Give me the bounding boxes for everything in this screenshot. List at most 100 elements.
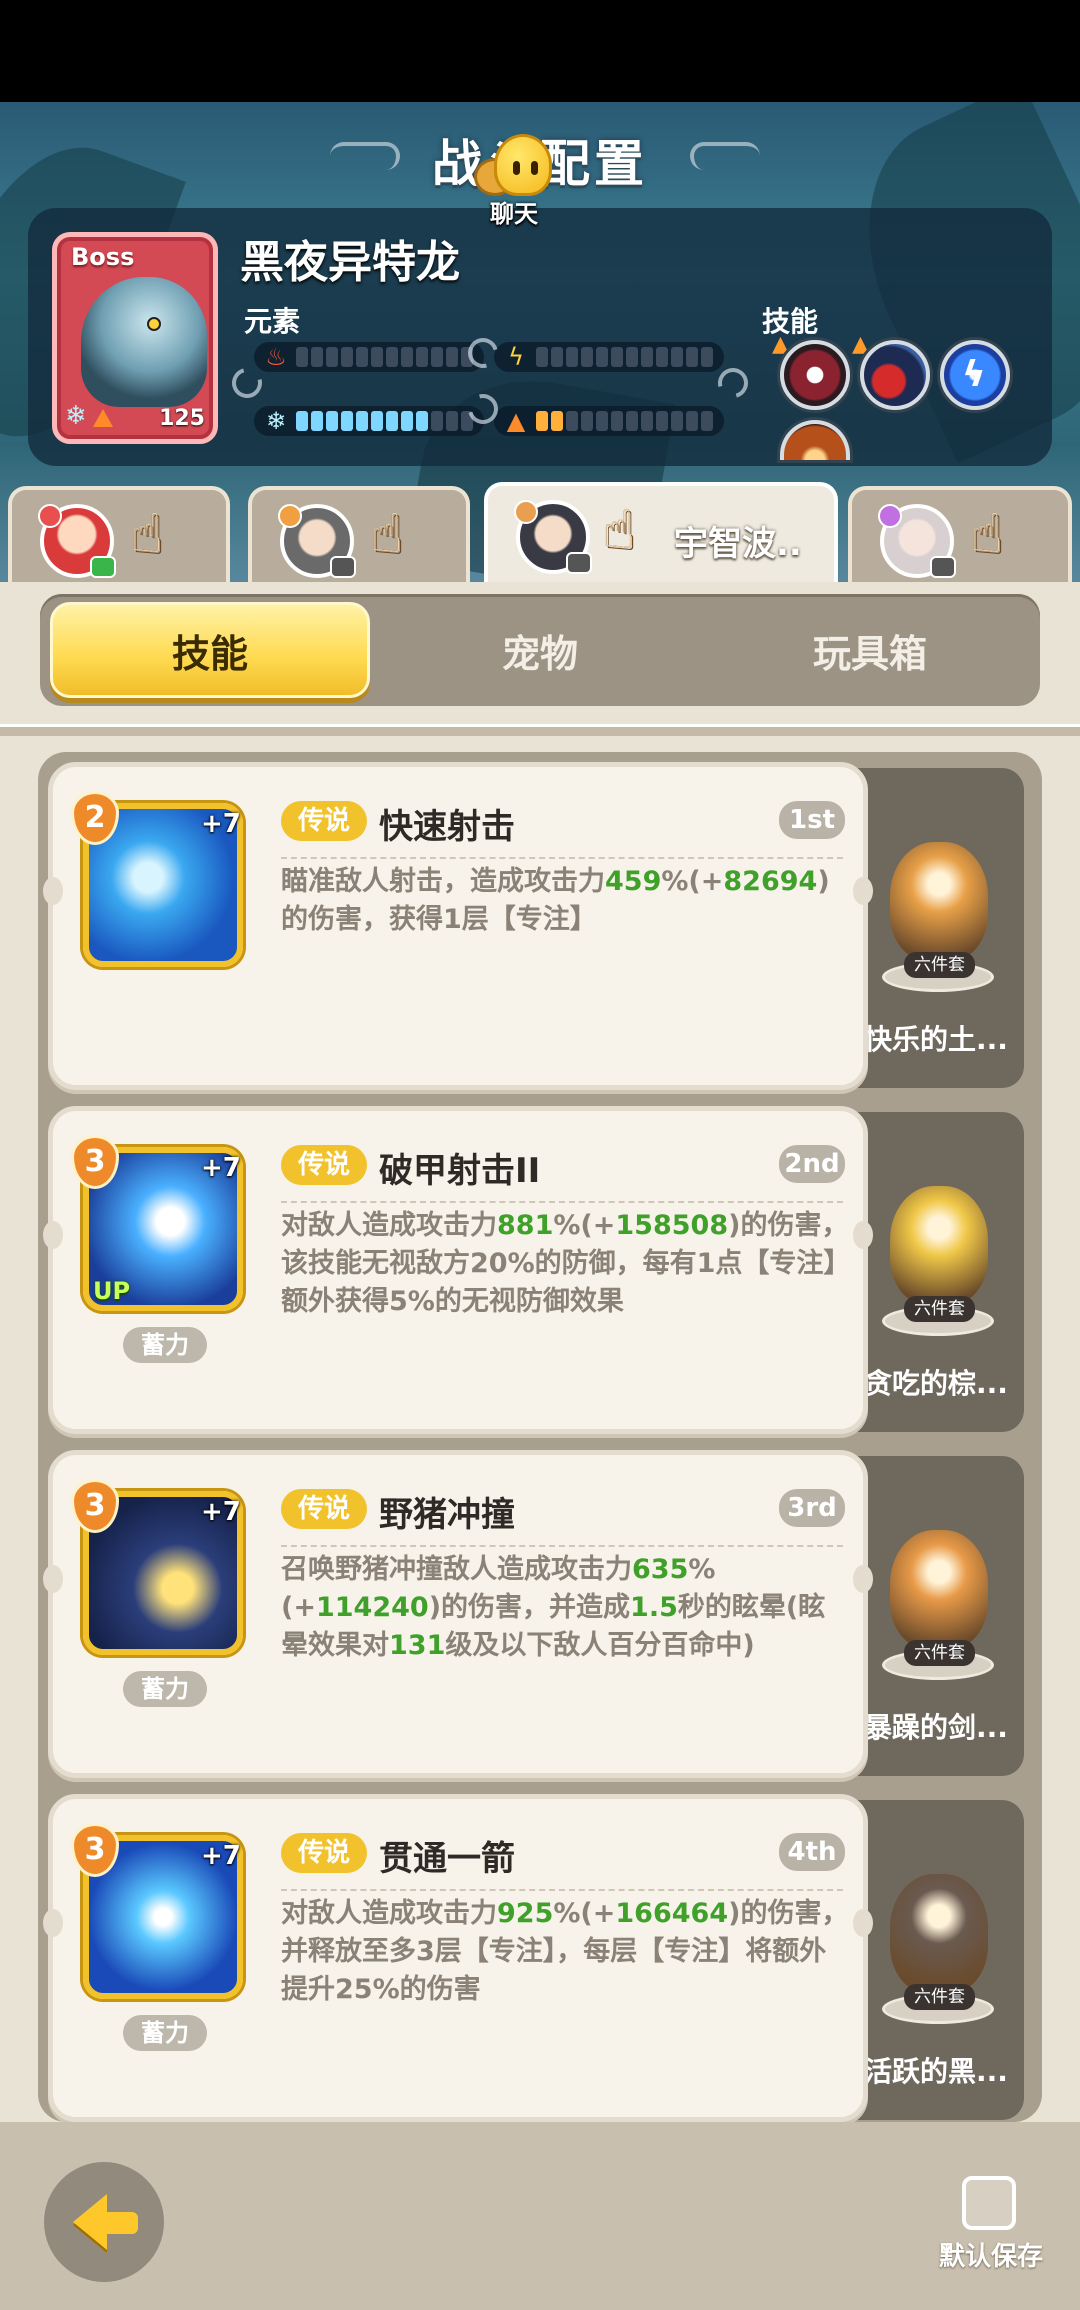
default-save-checkbox[interactable] — [962, 2176, 1016, 2230]
snowflake-icon: ❄ — [65, 401, 87, 431]
element-gauge-cell — [626, 347, 638, 367]
controller-badge-icon — [566, 552, 592, 574]
skill-card[interactable]: 3 +7 蓄力 传说 贯通一箭 4th 对敌人造成攻击力925%(+166464… — [43, 1794, 873, 2122]
team-tab-4[interactable]: ☝ — [848, 486, 1072, 582]
element-gauge-cell — [671, 411, 683, 431]
element-gauge-cell — [356, 347, 368, 367]
element-gauge-cell — [326, 411, 338, 431]
fire-icon: ♨ — [265, 343, 287, 371]
element-gauge-cell — [371, 411, 383, 431]
lightning-icon: ϟ — [508, 343, 524, 371]
pet-name: 暴躁的剑... — [864, 1711, 1008, 1744]
element-gauge-cell — [311, 347, 323, 367]
tab-toybox[interactable]: 玩具箱 — [710, 602, 1030, 698]
skill-plus-badge: +7 — [201, 1153, 241, 1183]
pet-set-badge: 六件套 — [904, 1296, 975, 1322]
pet-slot[interactable]: 六件套 活跃的黑... — [848, 1800, 1024, 2120]
element-gauge-cell — [596, 347, 608, 367]
element-gauge-cell — [416, 347, 428, 367]
avatar — [38, 504, 116, 578]
element-gauge-cell — [626, 411, 638, 431]
skill-description: 瞄准敌人射击，造成攻击力459%(+82694)的伤害，获得1层【专注】 — [281, 866, 830, 935]
pet-name: 快乐的土... — [864, 1023, 1008, 1056]
charge-tag: 蓄力 — [123, 1327, 207, 1363]
pet-slot[interactable]: 六件套 暴躁的剑... — [848, 1456, 1024, 1776]
lightning-orb-skill-icon[interactable]: ϟ — [940, 340, 1010, 410]
cycle-arrow-icon — [712, 362, 754, 404]
skill-name: 快速射击 — [379, 807, 515, 847]
element-gauge-cell — [566, 411, 578, 431]
dragon-portrait-icon — [81, 277, 207, 407]
skill-order-badge: 1st — [779, 801, 845, 839]
skill-name: 贯通一箭 — [379, 1839, 515, 1879]
team-member-name: 宇智波.. — [674, 524, 802, 564]
element-gauge-cell — [446, 411, 458, 431]
pet-slot[interactable]: 六件套 贪吃的棕... — [848, 1112, 1024, 1432]
team-tab-2[interactable]: ☝ — [248, 486, 470, 582]
pet-name: 贪吃的棕... — [864, 1367, 1008, 1400]
element-gauge-cell — [566, 347, 578, 367]
category-segmented-control: 技能 宠物 玩具箱 — [40, 594, 1040, 706]
boss-portrait[interactable]: Boss ❄ 125 — [52, 232, 218, 444]
element-gauge-cell — [296, 411, 308, 431]
tab-skill[interactable]: 技能 — [50, 602, 370, 698]
ice-element-bar: ❄ — [254, 406, 484, 436]
element-gauge-cell — [401, 347, 413, 367]
earth-triangle-icon: ▲ — [506, 407, 526, 435]
earth-triangle-icon — [93, 409, 113, 427]
chat-button[interactable]: 聊天 — [466, 128, 556, 228]
controller-badge-icon — [930, 556, 956, 578]
team-tab-1[interactable]: ☝ — [8, 486, 230, 582]
skill-label: 技能 — [762, 305, 819, 338]
earth-element-icon — [278, 504, 302, 528]
pointing-hand-icon: ☝ — [602, 498, 635, 561]
earth-element-bar: ▲ — [494, 406, 724, 436]
skill-name: 野猪冲撞 — [379, 1495, 515, 1535]
red-bird-skill-icon[interactable] — [860, 340, 930, 410]
element-gauge-cell — [596, 411, 608, 431]
poison-element-icon — [878, 504, 902, 528]
pet-figure-icon — [890, 1530, 988, 1650]
pet-name: 活跃的黑... — [864, 2055, 1008, 2088]
element-gauge-cell — [686, 347, 698, 367]
divider — [0, 724, 1080, 736]
skill-card[interactable]: 3 +7 蓄力 传说 野猪冲撞 3rd 召唤野猪冲撞敌人造成攻击力635%(+1… — [43, 1450, 873, 1778]
element-gauge-cell — [386, 411, 398, 431]
skill-name: 破甲射击II — [379, 1151, 541, 1191]
element-gauge-cell — [611, 347, 623, 367]
controller-badge-icon — [90, 556, 116, 578]
skill-plus-badge: +7 — [201, 1497, 241, 1527]
rarity-badge: 传说 — [281, 1489, 367, 1529]
pet-slot[interactable]: 六件套 快乐的土... — [848, 768, 1024, 1088]
skill-row: 六件套 快乐的土... 2 +7 传说 快速射击 1st 瞄准敌人射击，造成攻击… — [43, 762, 1032, 1090]
skill-card[interactable]: 2 +7 传说 快速射击 1st 瞄准敌人射击，造成攻击力459%(+82694… — [43, 762, 873, 1090]
fanged-mouth-skill-icon[interactable] — [780, 340, 850, 410]
element-gauge-cell — [431, 411, 443, 431]
team-tab-3[interactable]: ☝ 宇智波.. — [484, 482, 838, 582]
element-gauge-cell — [581, 411, 593, 431]
back-button[interactable] — [44, 2162, 164, 2282]
skill-list: 六件套 快乐的土... 2 +7 传说 快速射击 1st 瞄准敌人射击，造成攻击… — [38, 752, 1042, 2122]
default-save-label: 默认保存 — [938, 2242, 1043, 2272]
chat-emoji-icon — [494, 134, 552, 196]
element-gauge-cell — [671, 347, 683, 367]
element-label: 元素 — [244, 305, 301, 338]
element-gauge-cell — [641, 411, 653, 431]
element-gauge-cell — [611, 411, 623, 431]
avatar — [878, 504, 956, 578]
fire-element-icon — [38, 504, 62, 528]
boss-info-panel: Boss ❄ 125 黑夜异特龙 元素 技能 ♨ ϟ ❄ ▲ ▲ ▲ ϟ — [28, 208, 1052, 466]
chat-label: 聊天 — [490, 200, 538, 228]
element-gauge-cell — [581, 347, 593, 367]
fire-fan-skill-icon[interactable] — [780, 420, 850, 460]
element-gauge-cell — [701, 347, 713, 367]
element-gauge-cell — [356, 411, 368, 431]
element-gauge-cell — [386, 347, 398, 367]
element-gauge-cell — [446, 347, 458, 367]
status-bar — [0, 0, 1080, 102]
element-gauge-cell — [551, 347, 563, 367]
tab-pet[interactable]: 宠物 — [380, 602, 700, 698]
skill-card[interactable]: 3 +7 UP 蓄力 传说 破甲射击II 2nd 对敌人造成攻击力881%(+1… — [43, 1106, 873, 1434]
element-gauge-cell — [401, 411, 413, 431]
divider — [281, 1201, 843, 1203]
